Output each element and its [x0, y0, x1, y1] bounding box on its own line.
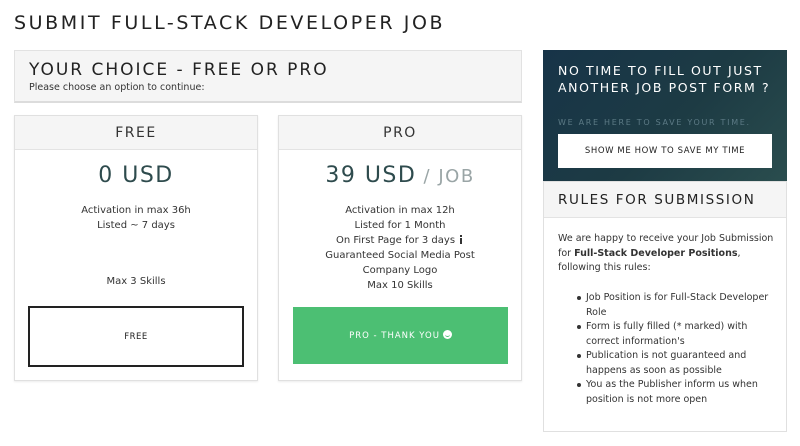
pro-plan-card: PRO 39 USD / JOB Activation in max 12h L… — [278, 115, 522, 381]
rules-title: RULES FOR SUBMISSION — [544, 182, 786, 218]
rule-item: Job Position is for Full-Stack Developer… — [577, 291, 782, 320]
pro-feature-first-page: On First Page for 3 days — [279, 233, 521, 248]
choice-subtitle: Please choose an option to continue: — [29, 82, 205, 93]
pro-feature-activation: Activation in max 12h — [345, 205, 455, 216]
rules-list: Job Position is for Full-Stack Developer… — [577, 291, 782, 407]
pro-feature-skills: Max 10 Skills — [367, 280, 433, 291]
free-button[interactable]: FREE — [28, 306, 244, 367]
pro-plan-price: 39 USD / JOB — [279, 163, 521, 193]
pro-feature-first-page-label: On First Page for 3 days — [335, 235, 456, 246]
pro-feature-logo: Company Logo — [362, 265, 438, 276]
free-feature-skills: Max 3 Skills — [106, 276, 166, 287]
free-plan-title: FREE — [15, 116, 257, 150]
promo-subtitle: WE ARE HERE TO SAVE YOUR TIME. — [558, 118, 751, 127]
promo-title: NO TIME TO FILL OUT JUST ANOTHER JOB POS… — [558, 63, 771, 95]
pro-feature-social: Guaranteed Social Media Post — [325, 250, 475, 261]
pro-button-label: PRO - THANK YOU — [349, 331, 440, 341]
pro-price-unit: / JOB — [416, 166, 475, 187]
rule-item: Form is fully filled (* marked) with cor… — [577, 320, 782, 349]
pro-plan-title: PRO — [279, 116, 521, 150]
rules-intro-bold: Full-Stack Developer Positions — [574, 247, 738, 259]
pro-price-amount: 39 USD — [325, 163, 417, 188]
pro-feature-listed: Listed for 1 Month — [354, 220, 446, 231]
rules-panel: RULES FOR SUBMISSION We are happy to rec… — [543, 181, 787, 432]
pro-plan-features: Activation in max 12h Listed for 1 Month… — [279, 203, 521, 293]
free-plan-card: FREE 0 USD Activation in max 36h Listed … — [14, 115, 258, 381]
free-feature-listed: Listed ~ 7 days — [97, 220, 175, 231]
promo-panel: NO TIME TO FILL OUT JUST ANOTHER JOB POS… — [543, 50, 787, 181]
free-plan-price: 0 USD — [98, 163, 174, 188]
info-icon[interactable] — [458, 235, 464, 244]
free-plan-features: Activation in max 36h Listed ~ 7 days — [15, 203, 257, 233]
rule-item: You as the Publisher inform us when posi… — [577, 378, 782, 407]
choice-title: YOUR CHOICE - FREE OR PRO — [29, 60, 329, 80]
page-title: SUBMIT FULL-STACK DEVELOPER JOB — [14, 12, 446, 34]
rule-item: Publication is not guaranteed and happen… — [577, 349, 782, 378]
show-me-button[interactable]: SHOW ME HOW TO SAVE MY TIME — [558, 134, 772, 168]
choice-header: YOUR CHOICE - FREE OR PRO Please choose … — [14, 50, 522, 103]
pro-button[interactable]: PRO - THANK YOU — [293, 307, 508, 364]
free-feature-activation: Activation in max 36h — [81, 205, 191, 216]
rules-intro: We are happy to receive your Job Submiss… — [558, 232, 776, 276]
smile-icon — [442, 330, 452, 339]
